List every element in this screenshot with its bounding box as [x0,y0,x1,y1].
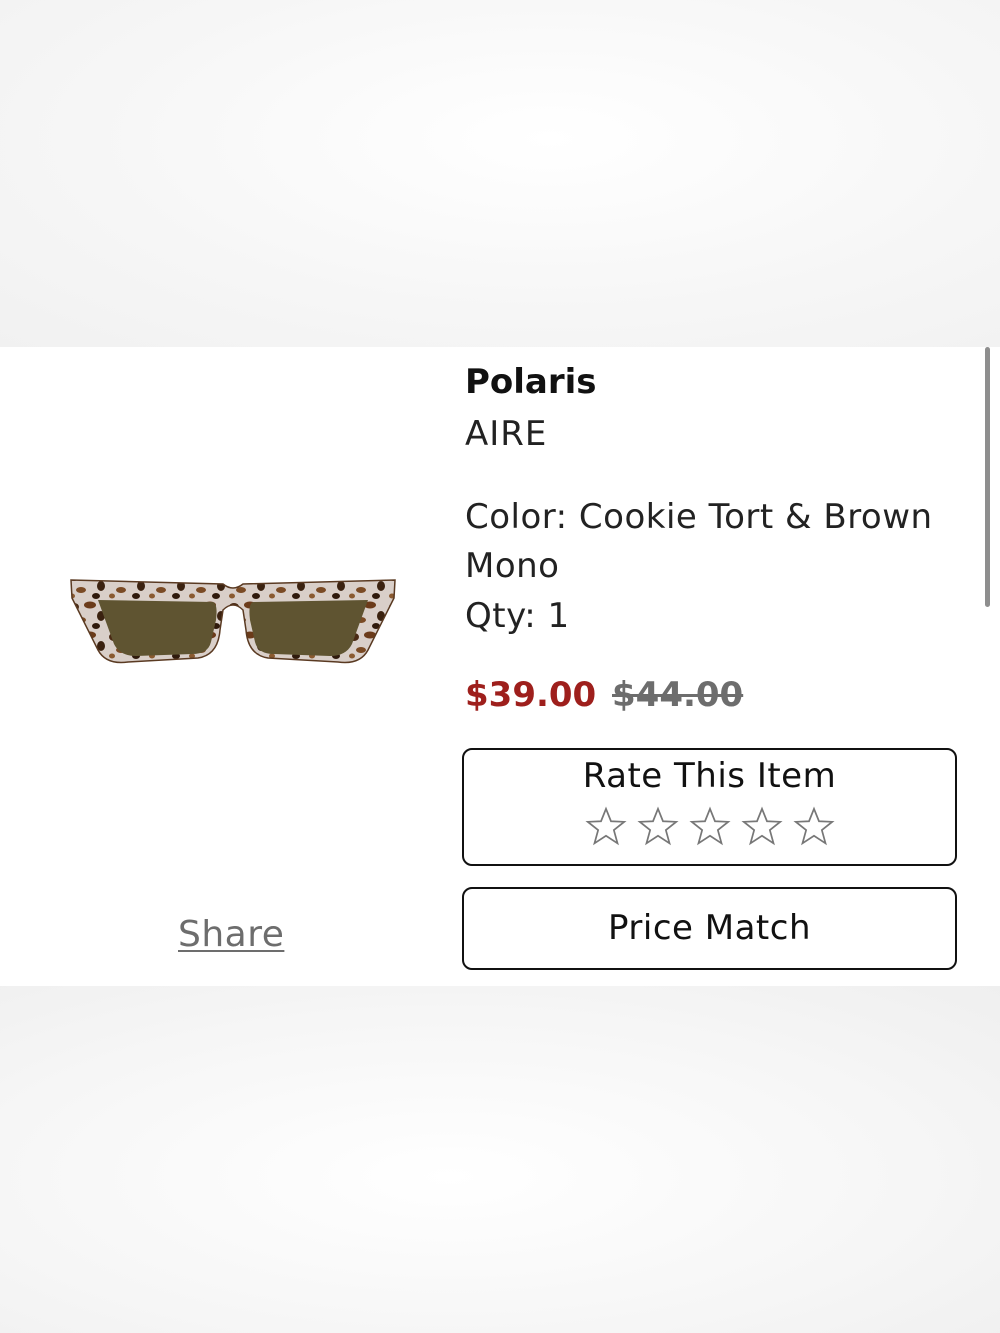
product-name: AIRE [465,414,548,454]
scrollbar[interactable] [985,347,990,607]
product-brand: Polaris [465,362,597,402]
original-price: $44.00 [612,675,744,715]
star-outline-icon[interactable] [583,804,629,850]
product-quantity: Qty: 1 [465,596,570,636]
sunglasses-image [70,579,396,664]
star-outline-icon[interactable] [791,804,837,850]
rate-item-title: Rate This Item [582,756,837,796]
sale-price: $39.00 [465,675,597,715]
star-outline-icon[interactable] [635,804,681,850]
star-rating [464,804,955,850]
price-match-button[interactable]: Price Match [462,887,957,970]
star-outline-icon[interactable] [739,804,785,850]
product-color: Color: Cookie Tort & Brown Mono [465,497,933,586]
background-bottom [0,986,1000,1333]
share-link[interactable]: Share [178,914,284,955]
rate-item-panel: Rate This Item [462,748,957,866]
star-outline-icon[interactable] [687,804,733,850]
background-top [0,0,1000,347]
